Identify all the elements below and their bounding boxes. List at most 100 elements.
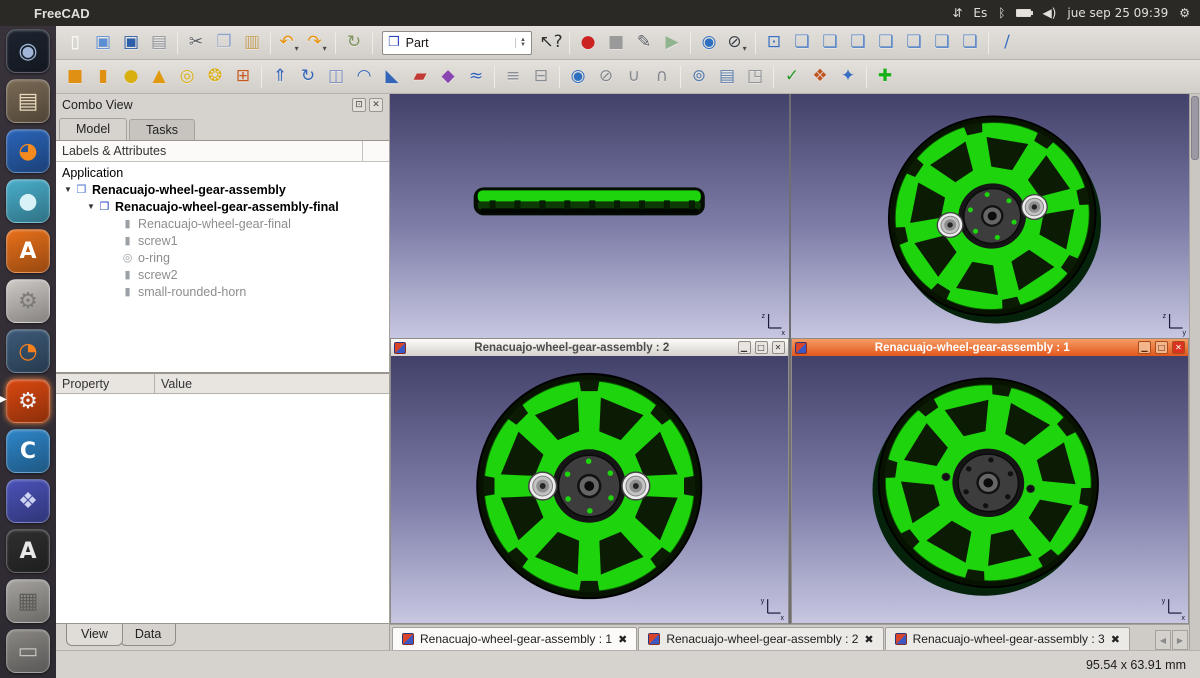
part-fillet-button[interactable]: ◠: [350, 63, 378, 91]
clock[interactable]: jue sep 25 09:39: [1067, 6, 1168, 20]
tab-close-icon[interactable]: ✖: [618, 633, 627, 646]
viewport-top-left[interactable]: zx: [390, 94, 789, 338]
part-shape-builder-button[interactable]: ⊞: [229, 63, 257, 91]
whats-this-button[interactable]: ↖?: [537, 29, 565, 57]
dock-float-button[interactable]: ⊡: [352, 98, 366, 112]
combo-spinner-icon[interactable]: ▲▼: [515, 38, 526, 48]
view-top-button[interactable]: ❏: [844, 29, 872, 57]
document-tab[interactable]: Renacuajo-wheel-gear-assembly : 1✖: [392, 627, 637, 650]
macro-edit-button[interactable]: ✎: [630, 29, 658, 57]
tab-tasks[interactable]: Tasks: [129, 119, 195, 140]
part-chamfer-button[interactable]: ◣: [378, 63, 406, 91]
tab-data[interactable]: Data: [120, 624, 176, 646]
view-front-button[interactable]: ❏: [816, 29, 844, 57]
viewport-top-right[interactable]: zy: [791, 94, 1190, 338]
document-tab[interactable]: Renacuajo-wheel-gear-assembly : 3✖: [885, 627, 1130, 650]
part-cone-button[interactable]: ▲: [145, 63, 173, 91]
create-new-button[interactable]: ✚: [871, 63, 899, 91]
part-cross-sections-button[interactable]: ▤: [713, 63, 741, 91]
part-union-button[interactable]: ∪: [620, 63, 648, 91]
view-left-button[interactable]: ❏: [956, 29, 984, 57]
scrollbar-thumb[interactable]: [1191, 96, 1199, 160]
launcher-system-settings-icon[interactable]: ⚙: [6, 279, 50, 323]
tree-item[interactable]: ▮Renacuajo-wheel-gear-final: [56, 215, 389, 232]
3d-view-canvas[interactable]: yx: [391, 356, 788, 623]
updown-arrows-icon[interactable]: ⇵: [952, 6, 962, 20]
part-cut-button[interactable]: ⊘: [592, 63, 620, 91]
launcher-blender-icon[interactable]: ◔: [6, 329, 50, 373]
tree-item[interactable]: ▮screw1: [56, 232, 389, 249]
part-primitives-button[interactable]: ❂: [201, 63, 229, 91]
tree-item[interactable]: ▼❒Renacuajo-wheel-gear-assembly: [56, 181, 389, 198]
file-save-button[interactable]: ▣: [117, 29, 145, 57]
zoom-selection-button[interactable]: ◉: [695, 29, 723, 57]
undo-button[interactable]: ↶▾: [275, 29, 303, 57]
part-revolve-button[interactable]: ↻: [294, 63, 322, 91]
view-right-button[interactable]: ❏: [872, 29, 900, 57]
value-column-header[interactable]: Value: [155, 374, 389, 393]
document-tab[interactable]: Renacuajo-wheel-gear-assembly : 2✖: [638, 627, 883, 650]
undo-dropdown-icon[interactable]: ▾: [295, 44, 299, 57]
measure-linear-button[interactable]: ∕: [993, 29, 1021, 57]
part-box-button[interactable]: ■: [61, 63, 89, 91]
part-intersection-button[interactable]: ∩: [648, 63, 676, 91]
session-gear-icon[interactable]: ⚙: [1179, 6, 1190, 20]
part-defeaturing-button[interactable]: ❖: [806, 63, 834, 91]
workbench-selector[interactable]: ❒Part▲▼: [382, 31, 532, 55]
mdi-scrollbar[interactable]: [1189, 94, 1200, 650]
draw-style-dropdown-icon[interactable]: ▾: [743, 44, 747, 57]
part-sphere-button[interactable]: ●: [117, 63, 145, 91]
file-open-button[interactable]: ▣: [89, 29, 117, 57]
bluetooth-icon[interactable]: ᛒ: [998, 6, 1005, 20]
print-button[interactable]: ▤: [145, 29, 173, 57]
tree-expander-icon[interactable]: ▼: [62, 185, 74, 194]
tab-scroll-left-button[interactable]: ◀: [1155, 630, 1171, 650]
part-ruled-surface-button[interactable]: ▰: [406, 63, 434, 91]
launcher-firefox-icon[interactable]: ◕: [6, 129, 50, 173]
launcher-a-utility-icon[interactable]: A: [6, 529, 50, 573]
part-check-geometry-button[interactable]: ✓: [778, 63, 806, 91]
launcher-extra-app-icon[interactable]: ▭: [6, 629, 50, 673]
property-column-header[interactable]: Property: [56, 374, 155, 393]
launcher-file-manager-icon[interactable]: ▤: [6, 79, 50, 123]
maximize-button[interactable]: □: [755, 341, 768, 354]
redo-dropdown-icon[interactable]: ▾: [323, 44, 327, 57]
tab-close-icon[interactable]: ✖: [1111, 633, 1120, 646]
keyboard-layout-indicator[interactable]: Es: [973, 6, 987, 20]
refresh-button[interactable]: ↻: [340, 29, 368, 57]
tree-item-application[interactable]: Application: [56, 164, 389, 181]
launcher-c-ide-icon[interactable]: C: [6, 429, 50, 473]
launcher-text-editor-icon[interactable]: A: [6, 229, 50, 273]
minimize-button[interactable]: ▁: [1138, 341, 1151, 354]
view-rear-button[interactable]: ❏: [900, 29, 928, 57]
3d-view-canvas[interactable]: zx: [390, 94, 789, 338]
part-compound-button[interactable]: ◳: [741, 63, 769, 91]
part-section-button[interactable]: ⊚: [685, 63, 713, 91]
launcher-viewer-3d-icon[interactable]: ❖: [6, 479, 50, 523]
copy-button[interactable]: ❐: [210, 29, 238, 57]
viewport-bottom-right[interactable]: yx: [792, 356, 1189, 623]
battery-icon[interactable]: [1016, 9, 1031, 17]
macro-play-button[interactable]: ▶: [658, 29, 686, 57]
tree-item[interactable]: ▼❒Renacuajo-wheel-gear-assembly-final: [56, 198, 389, 215]
tab-model[interactable]: Model: [59, 118, 127, 140]
part-mirror-button[interactable]: ◫: [322, 63, 350, 91]
tab-close-icon[interactable]: ✖: [864, 633, 873, 646]
file-new-button[interactable]: ▯: [61, 29, 89, 57]
macro-stop-button[interactable]: ■: [602, 29, 630, 57]
launcher-web-browser-icon[interactable]: ●: [6, 179, 50, 223]
3d-view-canvas[interactable]: yx: [792, 356, 1189, 623]
part-boolean-button[interactable]: ◉: [564, 63, 592, 91]
view-axonometric-button[interactable]: ❏: [788, 29, 816, 57]
cut-button[interactable]: ✂: [182, 29, 210, 57]
launcher-dash-home-icon[interactable]: ◉: [6, 29, 50, 73]
volume-icon[interactable]: ◀): [1042, 6, 1056, 20]
macro-record-button[interactable]: ●: [574, 29, 602, 57]
labels-header-aux-column[interactable]: [363, 141, 389, 161]
part-loft-button[interactable]: ◆: [434, 63, 462, 91]
close-button[interactable]: ✕: [772, 341, 785, 354]
part-sweep-button[interactable]: ≈: [462, 63, 490, 91]
launcher-terminal-icon[interactable]: ▦: [6, 579, 50, 623]
part-offset-button[interactable]: ≡: [499, 63, 527, 91]
redo-button[interactable]: ↷▾: [303, 29, 331, 57]
